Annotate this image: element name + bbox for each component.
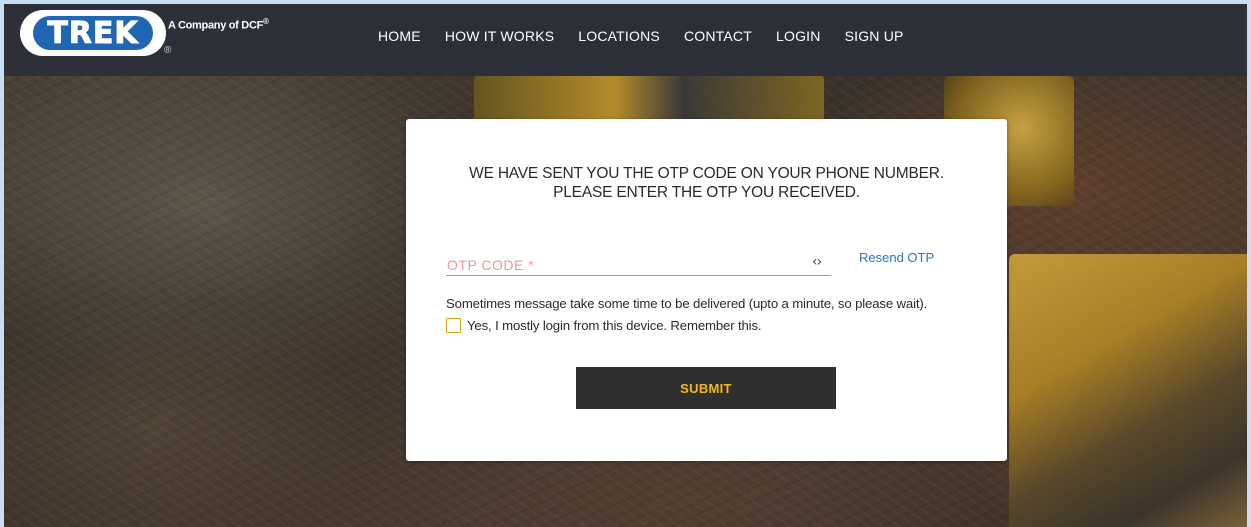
- nav-how-it-works[interactable]: HOW IT WORKS: [445, 28, 554, 44]
- remember-device-label[interactable]: Yes, I mostly login from this device. Re…: [467, 318, 762, 333]
- machine-top-center: [474, 74, 824, 124]
- otp-heading: WE HAVE SENT YOU THE OTP CODE ON YOUR PH…: [406, 164, 1007, 202]
- resend-otp-link[interactable]: Resend OTP: [859, 250, 934, 265]
- main-nav: HOME HOW IT WORKS LOCATIONS CONTACT LOGI…: [378, 28, 928, 44]
- nav-sign-up[interactable]: SIGN UP: [845, 28, 904, 44]
- tagline-registered-mark: ®: [263, 17, 269, 26]
- submit-button[interactable]: SUBMIT: [576, 367, 836, 409]
- nav-login[interactable]: LOGIN: [776, 28, 821, 44]
- top-navbar: TREK A Company of DCF® ® HOME HOW IT WOR…: [4, 4, 1247, 76]
- bulldozer-right: [1009, 254, 1247, 527]
- otp-heading-line2: PLEASE ENTER THE OTP YOU RECEIVED.: [553, 184, 860, 201]
- logo-text: TREK: [33, 15, 153, 51]
- remember-device-checkbox[interactable]: [446, 318, 461, 333]
- tagline-text: A Company of DCF: [168, 19, 264, 32]
- otp-code-input[interactable]: [446, 255, 831, 276]
- nav-locations[interactable]: LOCATIONS: [578, 28, 660, 44]
- otp-heading-line1: WE HAVE SENT YOU THE OTP CODE ON YOUR PH…: [469, 165, 944, 182]
- nav-contact[interactable]: CONTACT: [684, 28, 752, 44]
- registered-mark: ®: [164, 45, 172, 56]
- otp-card: WE HAVE SENT YOU THE OTP CODE ON YOUR PH…: [406, 119, 1007, 461]
- remember-device-row: Yes, I mostly login from this device. Re…: [446, 318, 762, 333]
- company-tagline: A Company of DCF®: [168, 17, 269, 32]
- trek-logo[interactable]: TREK: [20, 10, 166, 56]
- page-frame: TREK A Company of DCF® ® HOME HOW IT WOR…: [0, 0, 1251, 527]
- code-brackets-icon: ‹›: [812, 254, 822, 270]
- nav-home[interactable]: HOME: [378, 28, 421, 44]
- delivery-note: Sometimes message take some time to be d…: [446, 296, 928, 311]
